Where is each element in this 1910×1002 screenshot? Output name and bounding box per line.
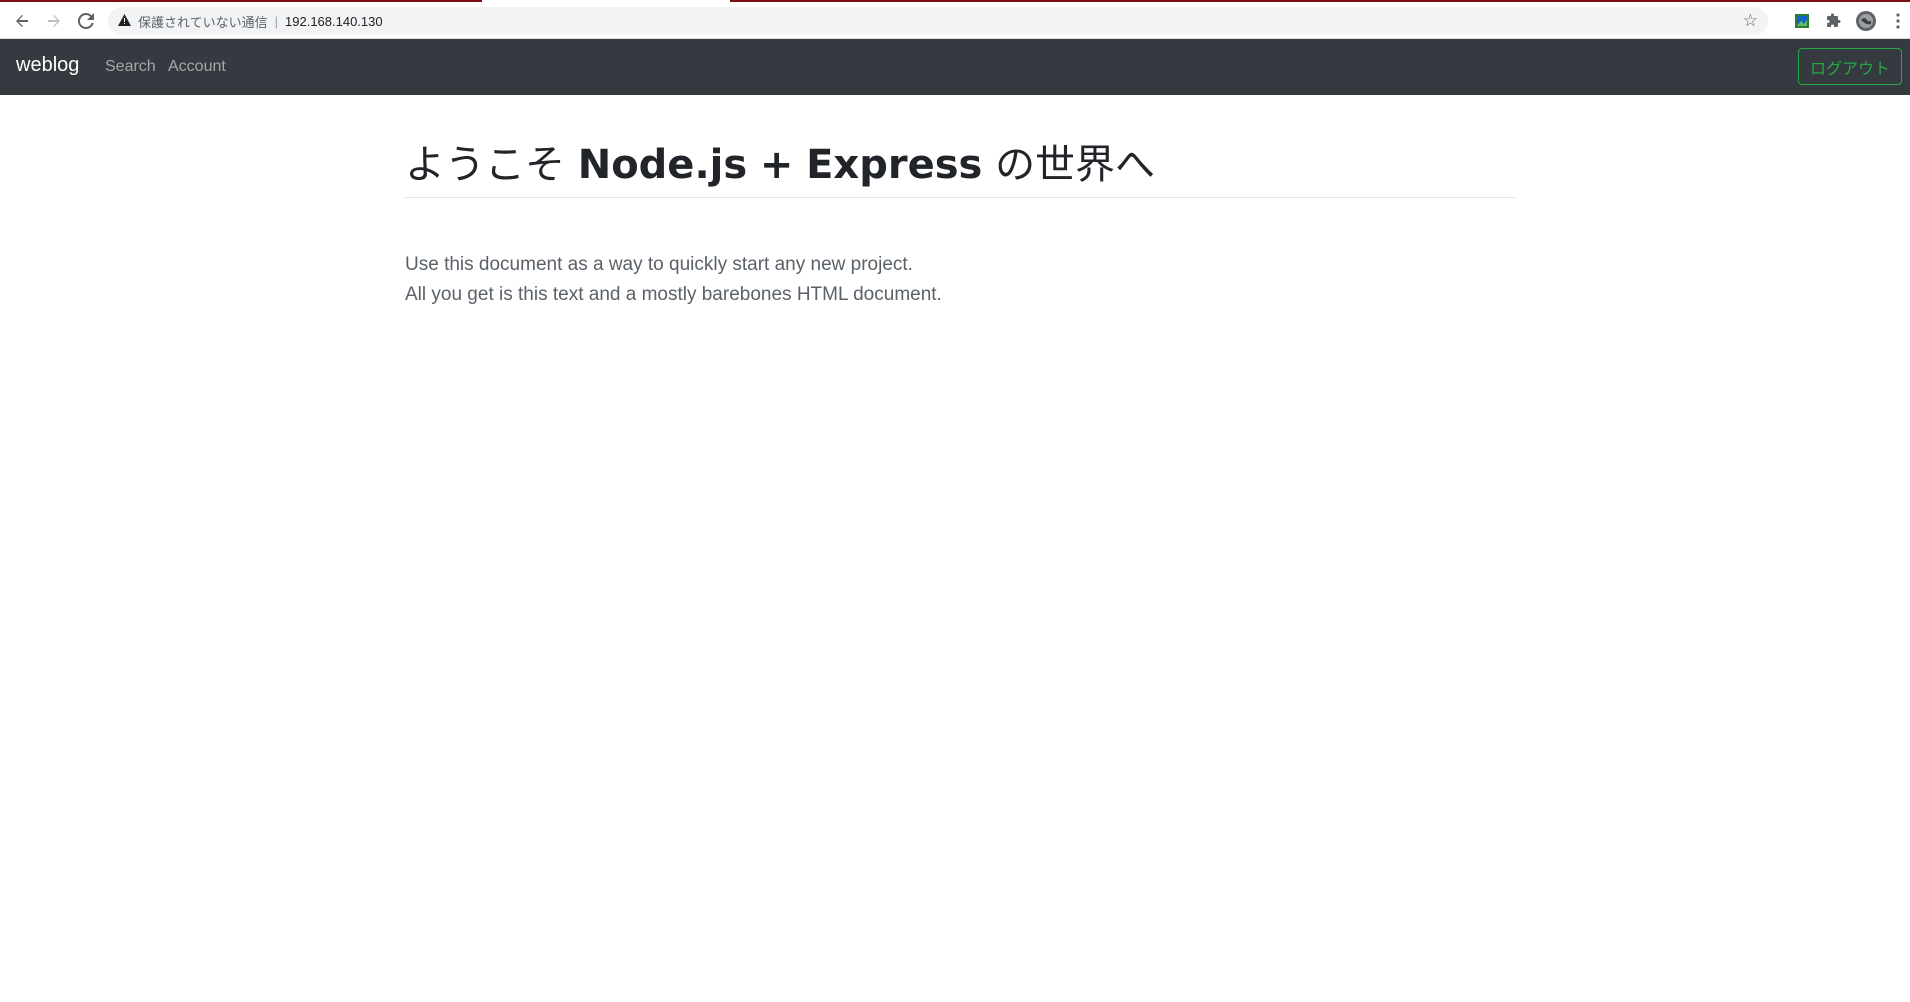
nav-link-account[interactable]: Account	[168, 58, 226, 76]
site-navbar: weblog Search Account ログアウト	[0, 39, 1910, 95]
warning-triangle-icon	[118, 13, 131, 29]
browser-toolbar: 保護されていない通信 | 192.168.140.130 ☆	[0, 0, 1910, 39]
lead-paragraph: Use this document as a way to quickly st…	[405, 250, 1515, 310]
title-express: Express	[806, 142, 983, 188]
lead-line-1: Use this document as a way to quickly st…	[405, 254, 913, 275]
browser-menu-icon[interactable]	[1888, 11, 1908, 31]
forward-arrow-icon[interactable]	[42, 9, 66, 33]
title-plus: +	[759, 142, 794, 188]
active-tab-indicator	[482, 0, 730, 2]
logout-button[interactable]: ログアウト	[1798, 48, 1902, 85]
title-divider	[405, 197, 1515, 198]
address-separator: |	[274, 13, 279, 29]
title-prefix: ようこそ	[405, 142, 565, 188]
lead-line-2: All you get is this text and a mostly ba…	[405, 284, 942, 305]
url-text[interactable]: 192.168.140.130	[285, 14, 383, 29]
security-status-label[interactable]: 保護されていない通信	[138, 12, 268, 31]
nav-link-search[interactable]: Search	[105, 58, 156, 76]
reload-icon[interactable]	[74, 9, 98, 33]
brand-link[interactable]: weblog	[16, 54, 79, 77]
extension-image-icon[interactable]	[1792, 11, 1812, 31]
extensions-puzzle-icon[interactable]	[1824, 11, 1844, 31]
back-arrow-icon[interactable]	[10, 9, 34, 33]
title-nodejs: Node.js	[577, 142, 748, 188]
page-title: ようこそ Node.js + Express の世界へ	[405, 143, 1515, 187]
main-content: ようこそ Node.js + Express の世界へ Use this doc…	[405, 95, 1515, 310]
title-suffix: の世界へ	[995, 142, 1156, 188]
address-bar[interactable]: 保護されていない通信 | 192.168.140.130 ☆	[108, 7, 1768, 35]
bookmark-star-icon[interactable]: ☆	[1743, 11, 1758, 31]
profile-avatar-icon[interactable]	[1856, 11, 1876, 31]
